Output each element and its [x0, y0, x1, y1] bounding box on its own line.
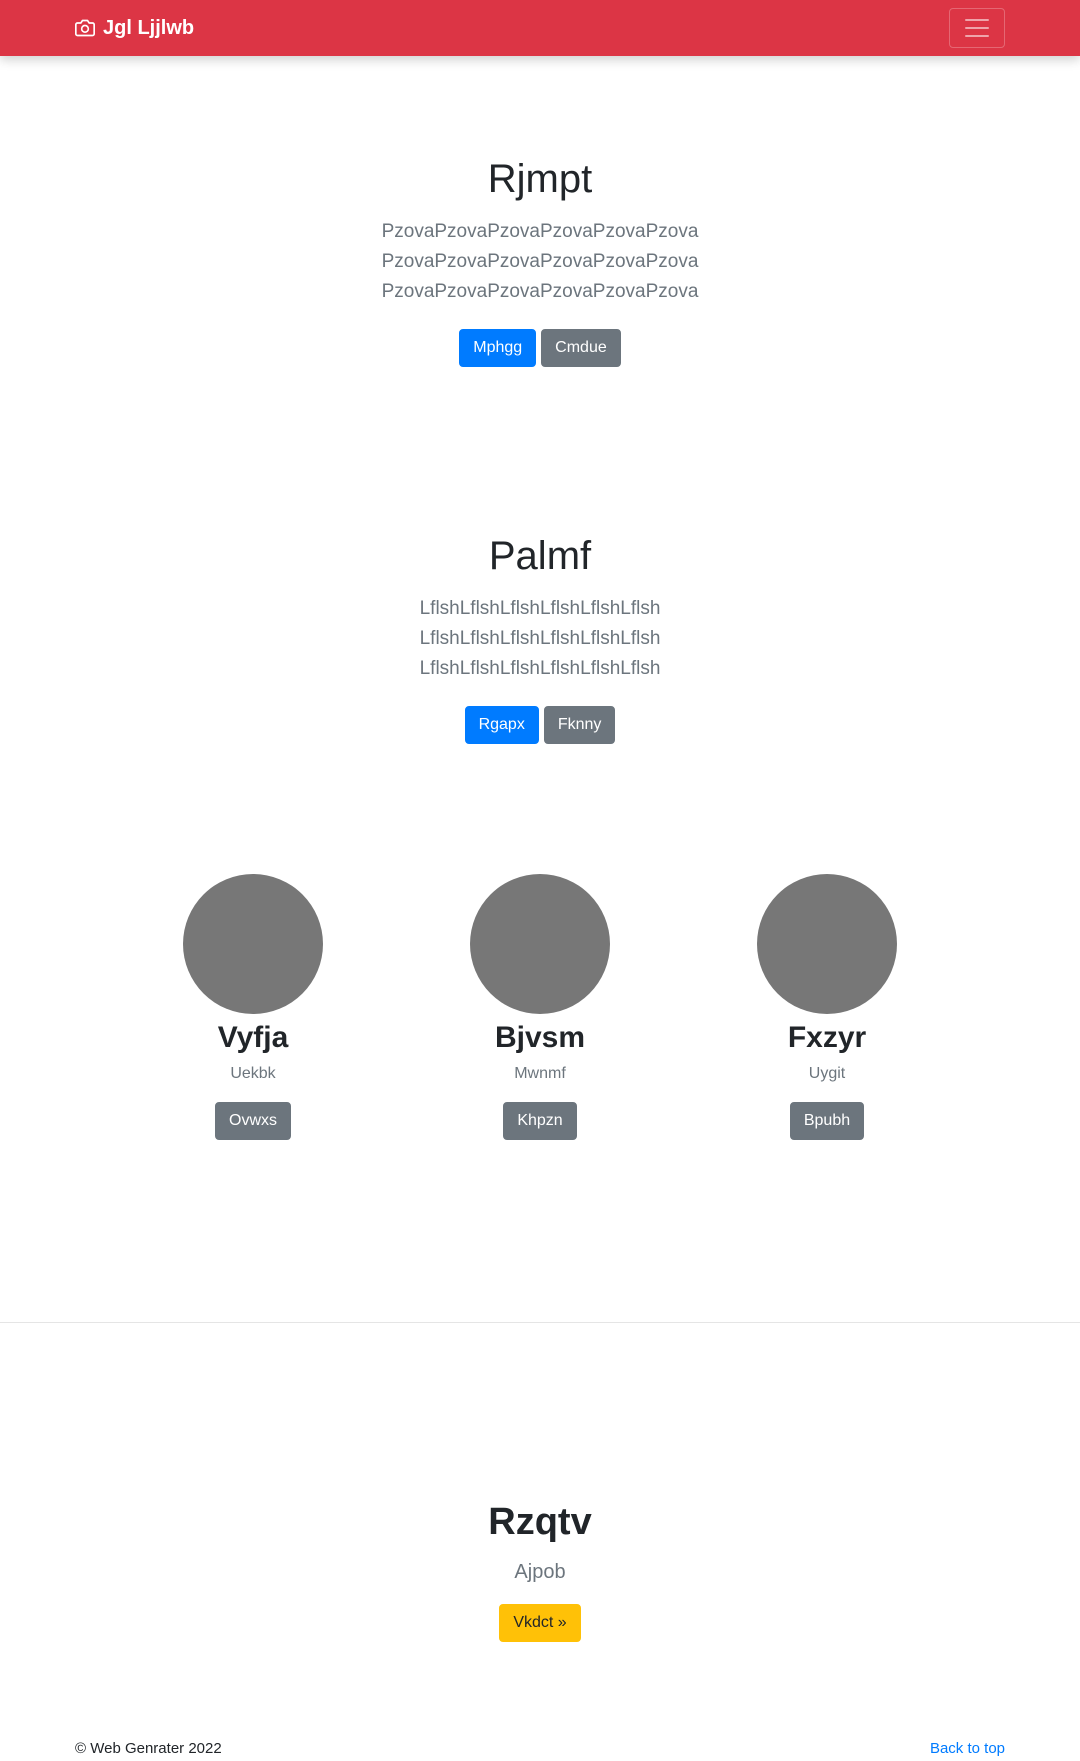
- member-role: Uygit: [808, 1065, 846, 1082]
- hero-2-secondary-button[interactable]: Fknny: [543, 706, 616, 744]
- member-name: Vyfja: [217, 1021, 289, 1054]
- hero-section-2: Palmf LflshLflshLflshLflshLflshLflsh Lfl…: [0, 532, 1080, 744]
- hero-2-buttons: Rgapx Fknny: [0, 706, 1080, 744]
- member-role: Uekbk: [230, 1065, 276, 1082]
- team-member-card: Fxzyr Uygit Bpubh: [707, 874, 947, 1140]
- member-name: Fxzyr: [787, 1021, 867, 1054]
- hero-1-lead: PzovaPzovaPzovaPzovaPzovaPzova PzovaPzov…: [381, 221, 699, 302]
- hero-2-primary-button[interactable]: Rgapx: [464, 706, 539, 744]
- camera-icon: [75, 19, 95, 37]
- team-member-card: Bjvsm Mwnmf Khpzn: [420, 874, 660, 1140]
- hero-1-buttons: Mphgg Cmdue: [0, 329, 1080, 367]
- hero-1-primary-button[interactable]: Mphgg: [459, 329, 537, 367]
- navbar-brand[interactable]: Jgl Ljjlwb: [75, 17, 194, 40]
- brand-name: Jgl Ljjlwb: [103, 16, 195, 39]
- navbar: Jgl Ljjlwb: [0, 0, 1080, 56]
- team-section: Vyfja Uekbk Ovwxs Bjvsm Mwnmf Khpzn Fxzy…: [0, 874, 1080, 1140]
- avatar: [183, 874, 323, 1014]
- navbar-toggler-button[interactable]: [949, 8, 1005, 48]
- hero-1-title: Rjmpt: [487, 157, 593, 201]
- avatar: [470, 874, 610, 1014]
- cta-subtitle: Ajpob: [514, 1560, 566, 1583]
- hero-section-1: Rjmpt PzovaPzovaPzovaPzovaPzovaPzova Pzo…: [0, 155, 1080, 367]
- cta-section: Rzqtv Ajpob Vkdct »: [0, 1500, 1080, 1642]
- hero-2-title: Palmf: [488, 534, 592, 578]
- member-role: Mwnmf: [514, 1065, 566, 1082]
- cta-title: Rzqtv: [488, 1501, 592, 1543]
- hero-1-secondary-button[interactable]: Cmdue: [541, 329, 621, 367]
- member-button[interactable]: Ovwxs: [215, 1102, 291, 1140]
- footer-copyright: © Web Genrater 2022: [75, 1739, 222, 1757]
- back-to-top-link[interactable]: Back to top: [930, 1740, 1005, 1757]
- hamburger-menu-icon: [965, 19, 989, 37]
- member-name: Bjvsm: [494, 1021, 586, 1054]
- member-button[interactable]: Bpubh: [789, 1102, 865, 1140]
- avatar: [757, 874, 897, 1014]
- hero-2-lead: LflshLflshLflshLflshLflshLflsh LflshLfls…: [419, 598, 661, 679]
- team-member-card: Vyfja Uekbk Ovwxs: [133, 874, 373, 1140]
- member-button[interactable]: Khpzn: [503, 1102, 577, 1140]
- footer: © Web Genrater 2022 Back to top: [0, 1736, 1080, 1760]
- section-divider: [0, 1322, 1080, 1323]
- cta-button[interactable]: Vkdct »: [499, 1603, 581, 1642]
